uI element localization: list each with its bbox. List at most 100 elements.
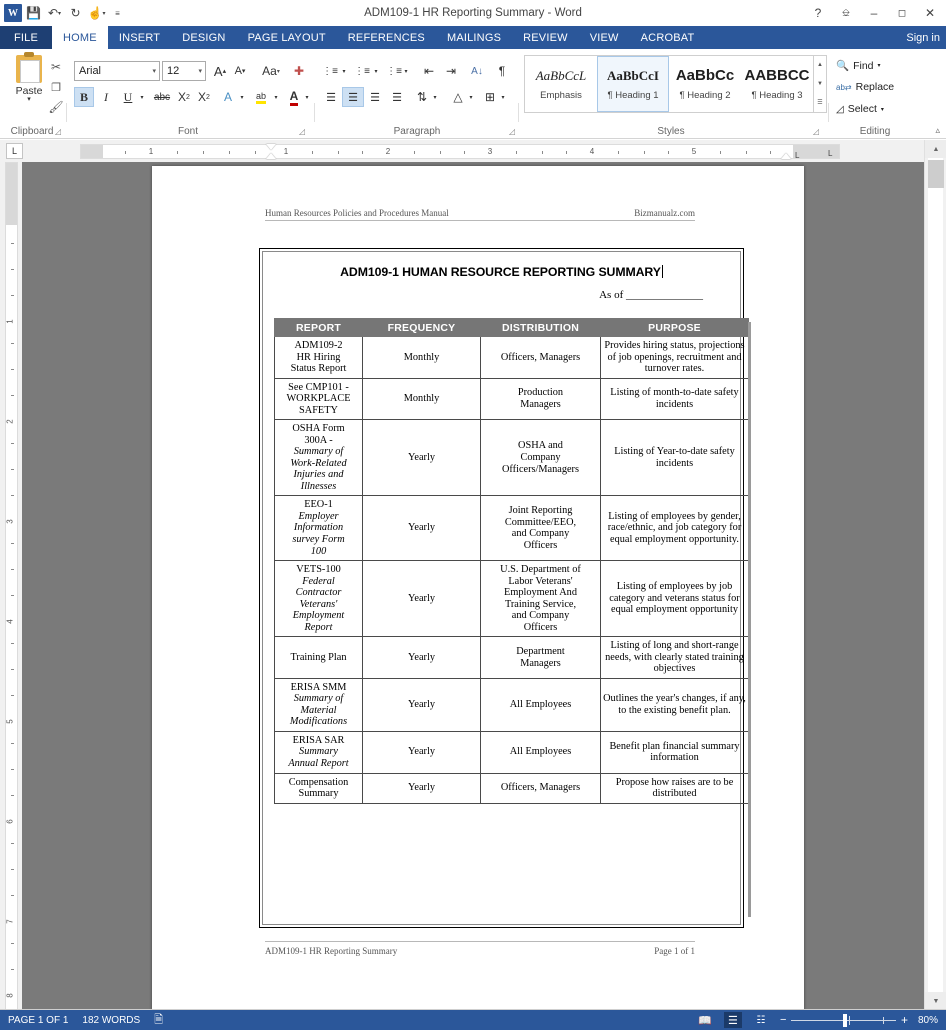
touch-mode-icon[interactable]: ☝ ▾ xyxy=(87,4,106,23)
tab-view[interactable]: VIEW xyxy=(579,26,630,49)
web-layout-icon[interactable]: ☷ xyxy=(752,1012,770,1028)
paragraph-dialog-launcher[interactable]: ◿ xyxy=(509,127,515,136)
scroll-down-icon[interactable]: ▼ xyxy=(925,992,946,1010)
tab-stop-marker[interactable]: L xyxy=(795,151,799,160)
shading-icon[interactable]: △ xyxy=(448,87,468,107)
multilevel-dropdown-icon[interactable]: ▾ xyxy=(401,61,411,81)
styles-scroll-up-icon[interactable]: ▲ xyxy=(814,56,826,75)
line-spacing-icon[interactable]: ⇅ xyxy=(412,87,432,107)
bullets-dropdown-icon[interactable]: ▾ xyxy=(339,61,349,81)
scrollbar-track[interactable] xyxy=(928,158,943,992)
tab-file[interactable]: FILE xyxy=(0,26,53,49)
tab-design[interactable]: DESIGN xyxy=(171,26,236,49)
word-count[interactable]: 182 WORDS xyxy=(82,1015,140,1026)
italic-button[interactable]: I xyxy=(96,87,116,107)
undo-icon[interactable]: ↶ ▾ xyxy=(45,4,64,23)
zoom-track[interactable] xyxy=(791,1013,896,1027)
tab-acrobat[interactable]: ACROBAT xyxy=(630,26,706,49)
redo-icon[interactable]: ↻ xyxy=(66,4,85,23)
ribbon-display-options-icon[interactable]: ⎒ xyxy=(832,1,860,25)
numbering-icon[interactable]: ⋮≡ xyxy=(352,61,372,81)
cut-icon[interactable]: ✂ xyxy=(46,57,66,77)
zoom-level[interactable]: 80% xyxy=(918,1015,938,1026)
copy-icon[interactable]: ❐ xyxy=(46,77,66,97)
borders-icon[interactable]: ⊞ xyxy=(480,87,500,107)
bold-button[interactable]: B xyxy=(74,87,94,107)
right-indent-marker[interactable] xyxy=(781,153,791,159)
font-color-icon[interactable]: A xyxy=(284,87,304,107)
first-line-indent-marker[interactable] xyxy=(266,144,276,150)
find-button[interactable]: 🔍 Find ▾ xyxy=(836,59,881,73)
font-dialog-launcher[interactable]: ◿ xyxy=(299,127,305,136)
tab-insert[interactable]: INSERT xyxy=(108,26,171,49)
close-icon[interactable]: ✕ xyxy=(916,1,944,25)
sort-icon[interactable]: A↓ xyxy=(466,61,488,81)
help-icon[interactable]: ? xyxy=(804,1,832,25)
zoom-thumb[interactable] xyxy=(842,1013,847,1027)
align-left-icon[interactable]: ☰ xyxy=(320,87,342,107)
chevron-down-icon[interactable]: ▾ xyxy=(152,67,156,75)
font-size-combo[interactable]: 12 ▾ xyxy=(162,61,206,81)
horizontal-ruler[interactable]: 1 1 2 3 4 5 L xyxy=(80,144,840,160)
show-formatting-marks-icon[interactable]: ¶ xyxy=(492,61,512,81)
style-heading-2[interactable]: AaBbCc ¶ Heading 2 xyxy=(669,56,741,112)
tab-review[interactable]: REVIEW xyxy=(512,26,579,49)
scroll-up-icon[interactable]: ▲ xyxy=(925,140,946,158)
select-dropdown-icon[interactable]: ▾ xyxy=(881,106,884,113)
styles-dialog-launcher[interactable]: ◿ xyxy=(813,127,819,136)
align-right-icon[interactable]: ☰ xyxy=(364,87,386,107)
zoom-slider[interactable]: − + xyxy=(780,1013,908,1027)
chevron-down-icon[interactable]: ▾ xyxy=(198,67,202,75)
styles-gallery-scroll[interactable]: ▲ ▼ ☰ xyxy=(814,55,827,113)
underline-dropdown-icon[interactable]: ▾ xyxy=(137,87,147,107)
zoom-out-icon[interactable]: − xyxy=(780,1014,786,1026)
styles-more-icon[interactable]: ☰ xyxy=(814,93,826,112)
zoom-in-icon[interactable]: + xyxy=(901,1013,908,1027)
left-indent-marker[interactable] xyxy=(266,153,276,159)
paste-button[interactable]: Paste ▾ xyxy=(8,52,50,103)
tab-references[interactable]: REFERENCES xyxy=(337,26,436,49)
bullets-icon[interactable]: ⋮≡ xyxy=(320,61,340,81)
select-button[interactable]: ◿ Select ▾ xyxy=(836,103,884,115)
replace-button[interactable]: ab⇄ Replace xyxy=(836,81,894,93)
justify-icon[interactable]: ☰ xyxy=(386,87,408,107)
paste-dropdown-icon[interactable]: ▾ xyxy=(8,96,50,103)
tab-mailings[interactable]: MAILINGS xyxy=(436,26,512,49)
document-page[interactable]: Human Resources Policies and Procedures … xyxy=(152,166,804,1010)
subscript-icon[interactable]: X2 xyxy=(174,87,194,107)
collapse-ribbon-icon[interactable]: ▵ xyxy=(935,125,940,136)
shrink-font-icon[interactable]: A ▾ xyxy=(230,61,250,81)
find-dropdown-icon[interactable]: ▾ xyxy=(878,62,881,69)
highlight-dropdown-icon[interactable]: ▾ xyxy=(271,87,281,107)
styles-scroll-down-icon[interactable]: ▼ xyxy=(814,75,826,94)
customize-qat-icon[interactable]: ≡ xyxy=(108,4,127,23)
align-center-icon[interactable]: ☰ xyxy=(342,87,364,107)
clipboard-dialog-launcher[interactable]: ◿ xyxy=(55,127,61,136)
borders-dropdown-icon[interactable]: ▾ xyxy=(498,87,508,107)
document-canvas[interactable]: Human Resources Policies and Procedures … xyxy=(22,162,924,1010)
style-heading-1[interactable]: AaBbCcI ¶ Heading 1 xyxy=(597,56,669,112)
proofing-errors-icon[interactable]: 🗎 xyxy=(154,1011,163,1030)
print-layout-icon[interactable]: ☰ xyxy=(723,1012,742,1028)
tab-page-layout[interactable]: PAGE LAYOUT xyxy=(237,26,337,49)
page-indicator[interactable]: PAGE 1 OF 1 xyxy=(8,1015,68,1026)
vertical-scrollbar[interactable]: ▲ ▼ xyxy=(924,140,946,1010)
superscript-icon[interactable]: X2 xyxy=(194,87,214,107)
sign-in-link[interactable]: Sign in xyxy=(906,26,940,49)
text-effects-icon[interactable]: A xyxy=(218,87,238,107)
scrollbar-thumb[interactable] xyxy=(928,160,944,188)
numbering-dropdown-icon[interactable]: ▾ xyxy=(371,61,381,81)
grow-font-icon[interactable]: A ▴ xyxy=(210,61,230,81)
vertical-ruler[interactable]: 1 2 3 4 5 6 7 8 xyxy=(0,162,22,1010)
style-emphasis[interactable]: AaBbCcL Emphasis xyxy=(525,56,597,112)
tab-home[interactable]: HOME xyxy=(52,26,108,49)
style-heading-3[interactable]: AABBCC ¶ Heading 3 xyxy=(741,56,813,112)
tab-stop-selector[interactable]: L xyxy=(6,143,23,159)
change-case-icon[interactable]: Aa ▾ xyxy=(256,61,286,81)
minimize-icon[interactable]: – xyxy=(860,1,888,25)
decrease-indent-icon[interactable]: ⇤ xyxy=(418,61,440,81)
font-name-combo[interactable]: Arial ▾ xyxy=(74,61,160,81)
highlight-color-icon[interactable]: ab xyxy=(250,87,272,107)
maximize-icon[interactable]: ◻ xyxy=(888,1,916,25)
clear-formatting-icon[interactable]: ✚ xyxy=(288,61,310,81)
